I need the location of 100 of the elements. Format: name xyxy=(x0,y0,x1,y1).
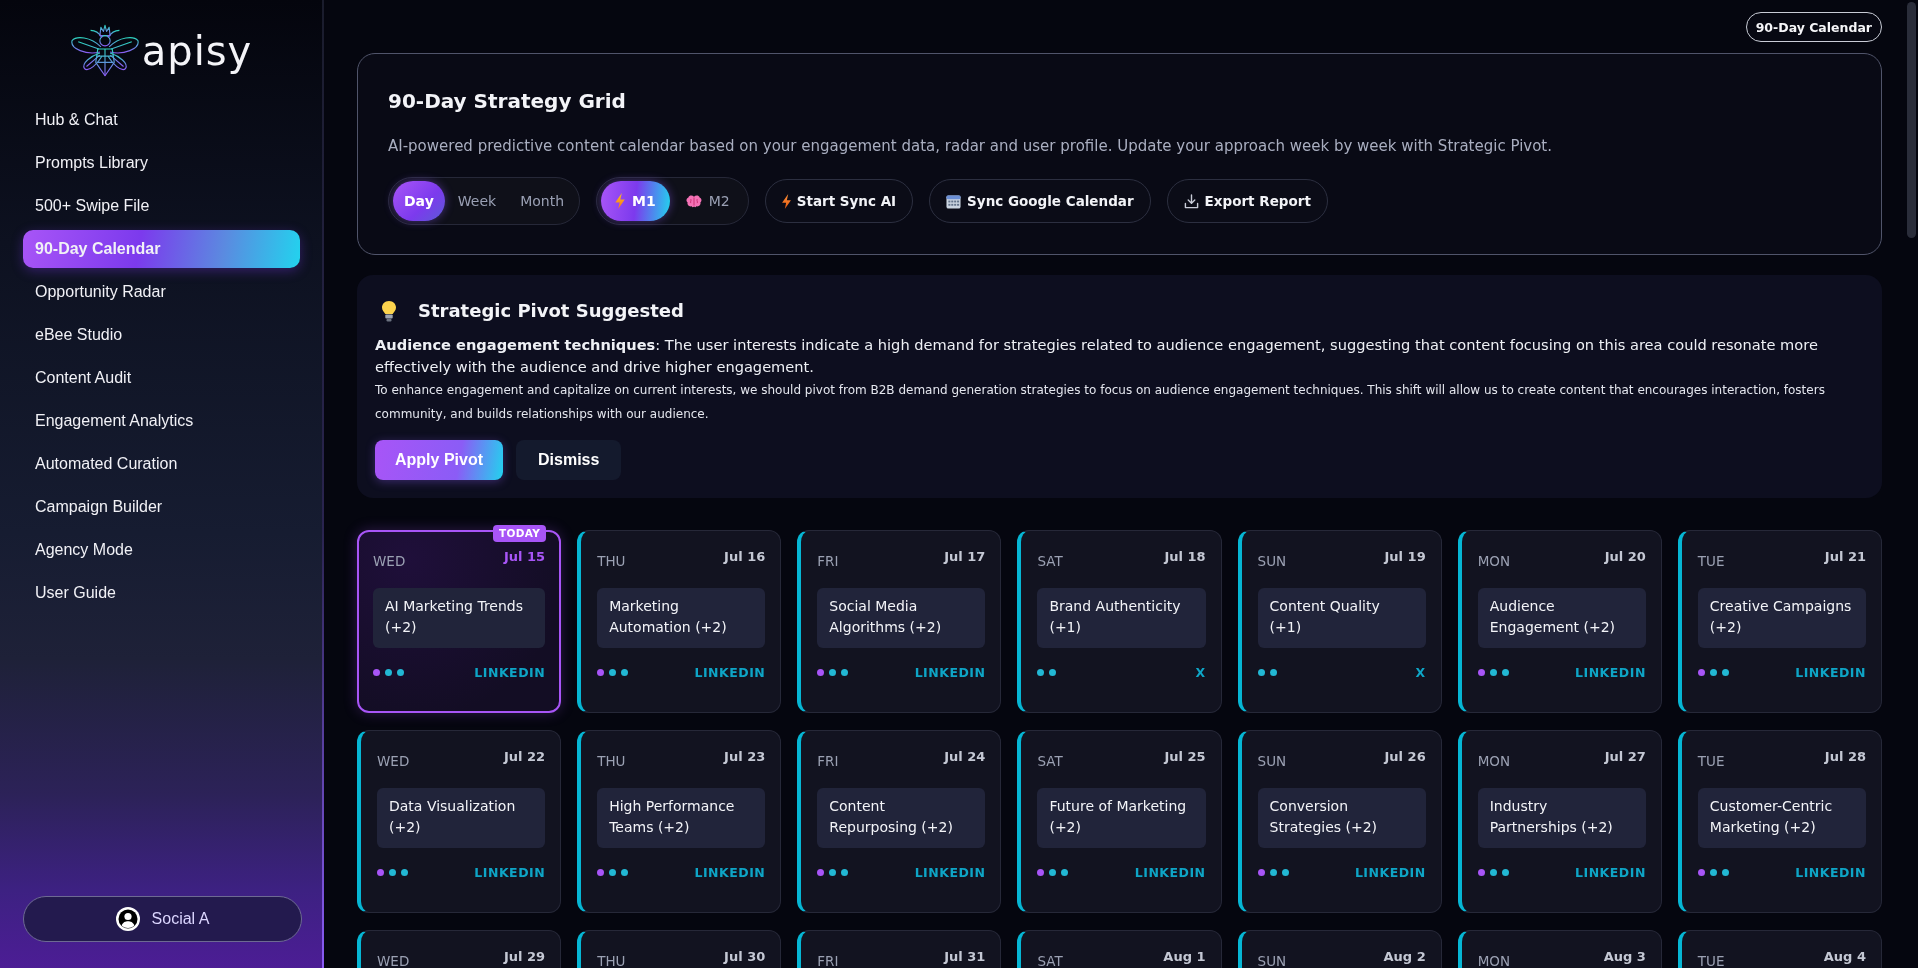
view-tab[interactable]: Month xyxy=(509,181,575,221)
action-button[interactable]: Sync Google Calendar xyxy=(929,179,1151,223)
nav-item[interactable]: 90-Day Calendar xyxy=(23,230,300,268)
date-label: Jul 24 xyxy=(944,748,986,765)
post-topic: Content Quality (+1) xyxy=(1257,588,1426,648)
date-label: Aug 2 xyxy=(1383,948,1426,965)
day-card[interactable]: MON Jul 27 Industry Partnerships (+2) LINKEDIN xyxy=(1457,730,1662,913)
weekday-label: WED xyxy=(373,553,406,570)
day-card[interactable]: SAT Jul 25 Future of Marketing (+2) LINKEDIN xyxy=(1017,730,1222,913)
scrollbar-thumb[interactable] xyxy=(1907,2,1916,238)
weekday-label: MON xyxy=(1477,953,1511,968)
post-topic: Marketing Automation (+2) xyxy=(597,588,766,648)
platform-label: LINKEDIN xyxy=(1354,865,1426,880)
date-label: Jul 28 xyxy=(1824,748,1866,765)
date-label: Jul 17 xyxy=(944,548,986,565)
post-topic: Audience Engagement (+2) xyxy=(1477,588,1646,648)
platform-label: X xyxy=(1195,665,1206,680)
nav-item[interactable]: Agency Mode xyxy=(23,531,300,569)
date-label: Jul 29 xyxy=(503,948,546,965)
nav-item[interactable]: 500+ Swipe File xyxy=(23,187,300,225)
post-topic: Customer-Centric Marketing (+2) xyxy=(1697,788,1866,848)
nav-item[interactable]: Hub & Chat xyxy=(23,101,300,139)
date-label: Aug 1 xyxy=(1163,948,1206,965)
day-card[interactable]: MON Jul 20 Audience Engagement (+2) LINKEDIN xyxy=(1457,530,1662,713)
lightbulb-icon xyxy=(381,300,397,322)
day-card[interactable]: SUN Jul 26 Conversion Strategies (+2) LINKEDIN xyxy=(1237,730,1442,913)
platform-label: LINKEDIN xyxy=(1795,665,1866,680)
day-card[interactable]: FRI Jul 31 xyxy=(797,930,1002,968)
apply-button[interactable]: Apply Pivot xyxy=(375,440,503,480)
nav-item[interactable]: Engagement Analytics xyxy=(23,402,300,440)
post-topic: Conversion Strategies (+2) xyxy=(1257,788,1426,848)
nav-item[interactable]: Prompts Library xyxy=(23,144,300,182)
day-card[interactable]: FRI Jul 17 Social Media Algorithms (+2) LINKEDIN xyxy=(797,530,1002,713)
day-card[interactable]: WED Jul 29 xyxy=(357,930,562,968)
platform-label: LINKEDIN xyxy=(1575,865,1646,880)
date-label: Jul 25 xyxy=(1164,748,1206,765)
date-label: Jul 20 xyxy=(1604,548,1646,565)
platform-label: LINKEDIN xyxy=(1795,865,1866,880)
day-card[interactable]: MON Aug 3 xyxy=(1457,930,1662,968)
today-badge: TODAY xyxy=(493,525,547,542)
day-card[interactable]: THU Jul 16 Marketing Automation (+2) LINKEDIN xyxy=(577,530,782,713)
date-label: Jul 31 xyxy=(944,948,986,965)
user-avatar-icon xyxy=(115,907,140,931)
nav-item[interactable]: eBee Studio xyxy=(23,316,300,354)
weekday-label: TUE xyxy=(1697,953,1725,968)
date-label: Jul 15 xyxy=(503,548,546,565)
account-button[interactable]: Social A xyxy=(23,896,302,942)
day-card[interactable]: TUE Jul 28 Customer-Centric Marketing (+2) LINKEDIN xyxy=(1677,730,1882,913)
weekday-label: SUN xyxy=(1257,553,1287,570)
view-tab[interactable]: Week xyxy=(446,181,508,221)
day-card[interactable]: TUE Jul 21 Creative Campaigns (+2) LINKEDIN xyxy=(1677,530,1882,713)
day-card[interactable]: WED Jul 22 Data Visualization (+2) LINKEDIN xyxy=(357,730,562,913)
date-label: Jul 18 xyxy=(1164,548,1206,565)
post-topic: Data Visualization (+2) xyxy=(377,788,546,848)
platform-label: LINKEDIN xyxy=(474,665,546,680)
nav-item[interactable]: User Guide xyxy=(23,574,300,612)
model-tab[interactable]: M1 xyxy=(601,181,670,221)
day-card[interactable]: SUN Jul 19 Content Quality (+1) X xyxy=(1237,530,1442,713)
weekday-label: TUE xyxy=(1697,553,1725,570)
model-tab[interactable]: M2 xyxy=(671,181,744,221)
day-card[interactable]: SUN Aug 2 xyxy=(1237,930,1442,968)
dismiss-button[interactable]: Dismiss xyxy=(516,440,622,480)
nav-item[interactable]: Automated Curation xyxy=(23,445,300,483)
post-topic: Future of Marketing (+2) xyxy=(1037,788,1206,848)
weekday-label: WED xyxy=(377,753,410,770)
action-button[interactable]: Export Report xyxy=(1166,179,1328,223)
weekday-label: WED xyxy=(377,953,410,968)
lightning-icon xyxy=(615,193,625,209)
pivot-detail: To enhance engagement and capitalize on current interests, we should pivot from B2B demand generation strategies to focus on audience engagement techniques. This shift will allow us to create content that encourages interaction, fosters community, and builds relationships with our audience. xyxy=(375,382,1826,423)
weekday-label: SAT xyxy=(1037,753,1063,770)
day-card[interactable]: THU Jul 30 xyxy=(577,930,782,968)
day-card[interactable]: SAT Jul 18 Brand Authenticity (+1) X xyxy=(1017,530,1222,713)
post-topic: Social Media Algorithms (+2) xyxy=(817,588,986,648)
post-topic: Creative Campaigns (+2) xyxy=(1697,588,1866,648)
weekday-label: MON xyxy=(1477,553,1511,570)
day-card[interactable]: SAT Aug 1 xyxy=(1017,930,1222,968)
nav-item[interactable]: Campaign Builder xyxy=(23,488,300,526)
view-tab[interactable]: Day xyxy=(393,181,445,221)
calendar-icon xyxy=(946,193,962,209)
day-card[interactable]: FRI Jul 24 Content Repurposing (+2) LINKEDIN xyxy=(797,730,1002,913)
post-topic: Industry Partnerships (+2) xyxy=(1477,788,1646,848)
weekday-label: SUN xyxy=(1257,953,1287,968)
pivot-summary: Audience engagement techniques: The user interests indicate a high demand for strategies related to audience engagement, suggesting that content focusing on this area could resonate more effectively with the audience and drive higher engagement. xyxy=(375,335,1819,377)
post-topic: High Performance Teams (+2) xyxy=(597,788,766,848)
post-topic: Brand Authenticity (+1) xyxy=(1037,588,1206,648)
platform-label: LINKEDIN xyxy=(694,665,766,680)
action-button[interactable]: Start Sync AI xyxy=(764,179,914,223)
date-label: Jul 22 xyxy=(503,748,546,765)
platform-label: X xyxy=(1415,665,1426,680)
weekday-label: FRI xyxy=(817,553,839,570)
day-card[interactable]: THU Jul 23 High Performance Teams (+2) LINKEDIN xyxy=(577,730,782,913)
nav-item[interactable]: Content Audit xyxy=(23,359,300,397)
weekday-label: FRI xyxy=(817,753,839,770)
date-label: Aug 3 xyxy=(1603,948,1646,965)
page-badge: 90-Day Calendar xyxy=(1745,12,1882,42)
platform-label: LINKEDIN xyxy=(1575,665,1646,680)
day-card[interactable]: TUE Aug 4 xyxy=(1677,930,1882,968)
lightning-icon xyxy=(781,193,791,209)
platform-label: LINKEDIN xyxy=(1134,865,1206,880)
nav-item[interactable]: Opportunity Radar xyxy=(23,273,300,311)
